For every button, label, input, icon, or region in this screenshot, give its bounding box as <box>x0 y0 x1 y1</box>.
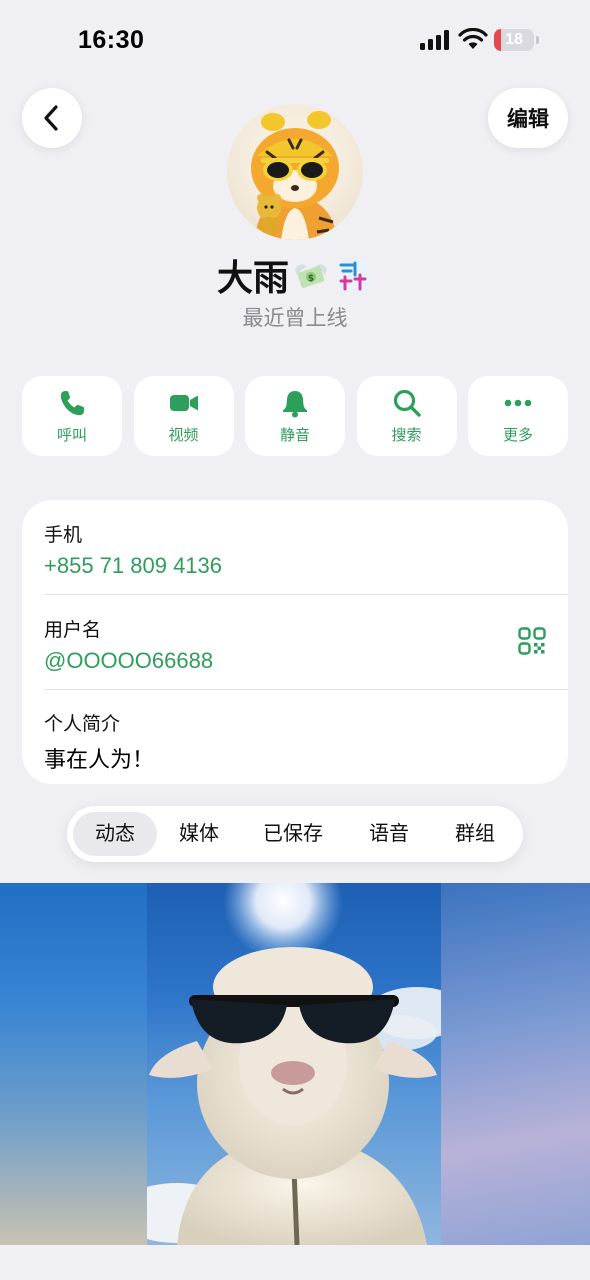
phone-value[interactable]: +855 71 809 4136 <box>44 553 546 579</box>
action-bar: 呼叫 视频 静音 搜索 更多 <box>22 376 568 456</box>
profile-tabs: 动态 媒体 已保存 语音 群组 <box>67 806 523 862</box>
username-value[interactable]: @OOOOO66688 <box>44 648 546 674</box>
story-thumbnail-right[interactable] <box>441 883 590 1245</box>
bio-value: 事在人为！ <box>44 747 155 772</box>
tiger-plush-avatar-image <box>251 111 339 240</box>
video-label: 视频 <box>168 426 199 444</box>
bio-row: 个人简介 事在人为！ <box>44 709 546 774</box>
money-with-wings-emoji-icon: $ <box>295 264 327 288</box>
username-label: 用户名 <box>44 620 102 641</box>
search-label: 搜索 <box>391 426 422 444</box>
avatar[interactable] <box>227 104 363 240</box>
search-icon <box>393 389 421 417</box>
cellular-signal-icon <box>420 30 449 50</box>
profile-name: 大雨 <box>216 257 289 298</box>
battery-level: 18 <box>505 31 523 48</box>
qr-code-icon[interactable] <box>518 627 546 655</box>
tab-media[interactable]: 媒体 <box>159 812 239 856</box>
stories-carousel[interactable] <box>0 883 590 1245</box>
more-label: 更多 <box>502 426 533 444</box>
battery-indicator: 18 <box>494 29 540 51</box>
search-button[interactable]: 搜索 <box>356 376 457 456</box>
status-bar: 16:30 18 <box>0 0 590 80</box>
sticker-emoji-icon <box>337 259 369 291</box>
video-button[interactable]: 视频 <box>133 376 234 456</box>
info-card: 手机 +855 71 809 4136 用户名 @OOOOO66688 个人简介… <box>22 500 568 784</box>
bio-label: 个人简介 <box>44 714 121 735</box>
edit-button[interactable]: 编辑 <box>488 88 568 148</box>
username-row[interactable]: 用户名 @OOOOO66688 <box>44 615 546 674</box>
tab-posts[interactable]: 动态 <box>73 812 157 856</box>
call-button[interactable]: 呼叫 <box>22 376 122 456</box>
story-thumbnail-sheep[interactable] <box>147 883 441 1245</box>
status-time: 16:30 <box>78 26 145 54</box>
call-label: 呼叫 <box>56 426 87 444</box>
mute-button[interactable]: 静音 <box>245 376 345 456</box>
bell-icon <box>283 390 307 417</box>
tab-groups[interactable]: 群组 <box>433 812 517 856</box>
chevron-left-icon <box>44 105 58 131</box>
story-thumbnail-left[interactable] <box>0 883 147 1245</box>
back-button[interactable] <box>22 88 82 148</box>
tab-saved[interactable]: 已保存 <box>241 812 345 856</box>
phone-label: 手机 <box>44 525 83 546</box>
tab-voice[interactable]: 语音 <box>347 812 431 856</box>
wifi-icon <box>458 28 488 49</box>
divider <box>44 689 568 690</box>
more-button[interactable]: 更多 <box>468 376 568 456</box>
sheep-with-sunglasses-image <box>147 883 441 1245</box>
more-icon <box>504 399 532 406</box>
svg-text:$: $ <box>308 274 314 284</box>
bottom-strip <box>0 1245 590 1280</box>
video-icon <box>169 394 198 411</box>
last-seen-status: 最近曾上线 <box>242 307 348 330</box>
mute-label: 静音 <box>279 426 310 444</box>
phone-icon <box>60 390 84 415</box>
divider <box>44 594 568 595</box>
profile-name-row: 大雨 $ <box>0 252 590 298</box>
phone-row[interactable]: 手机 +855 71 809 4136 <box>44 520 546 579</box>
